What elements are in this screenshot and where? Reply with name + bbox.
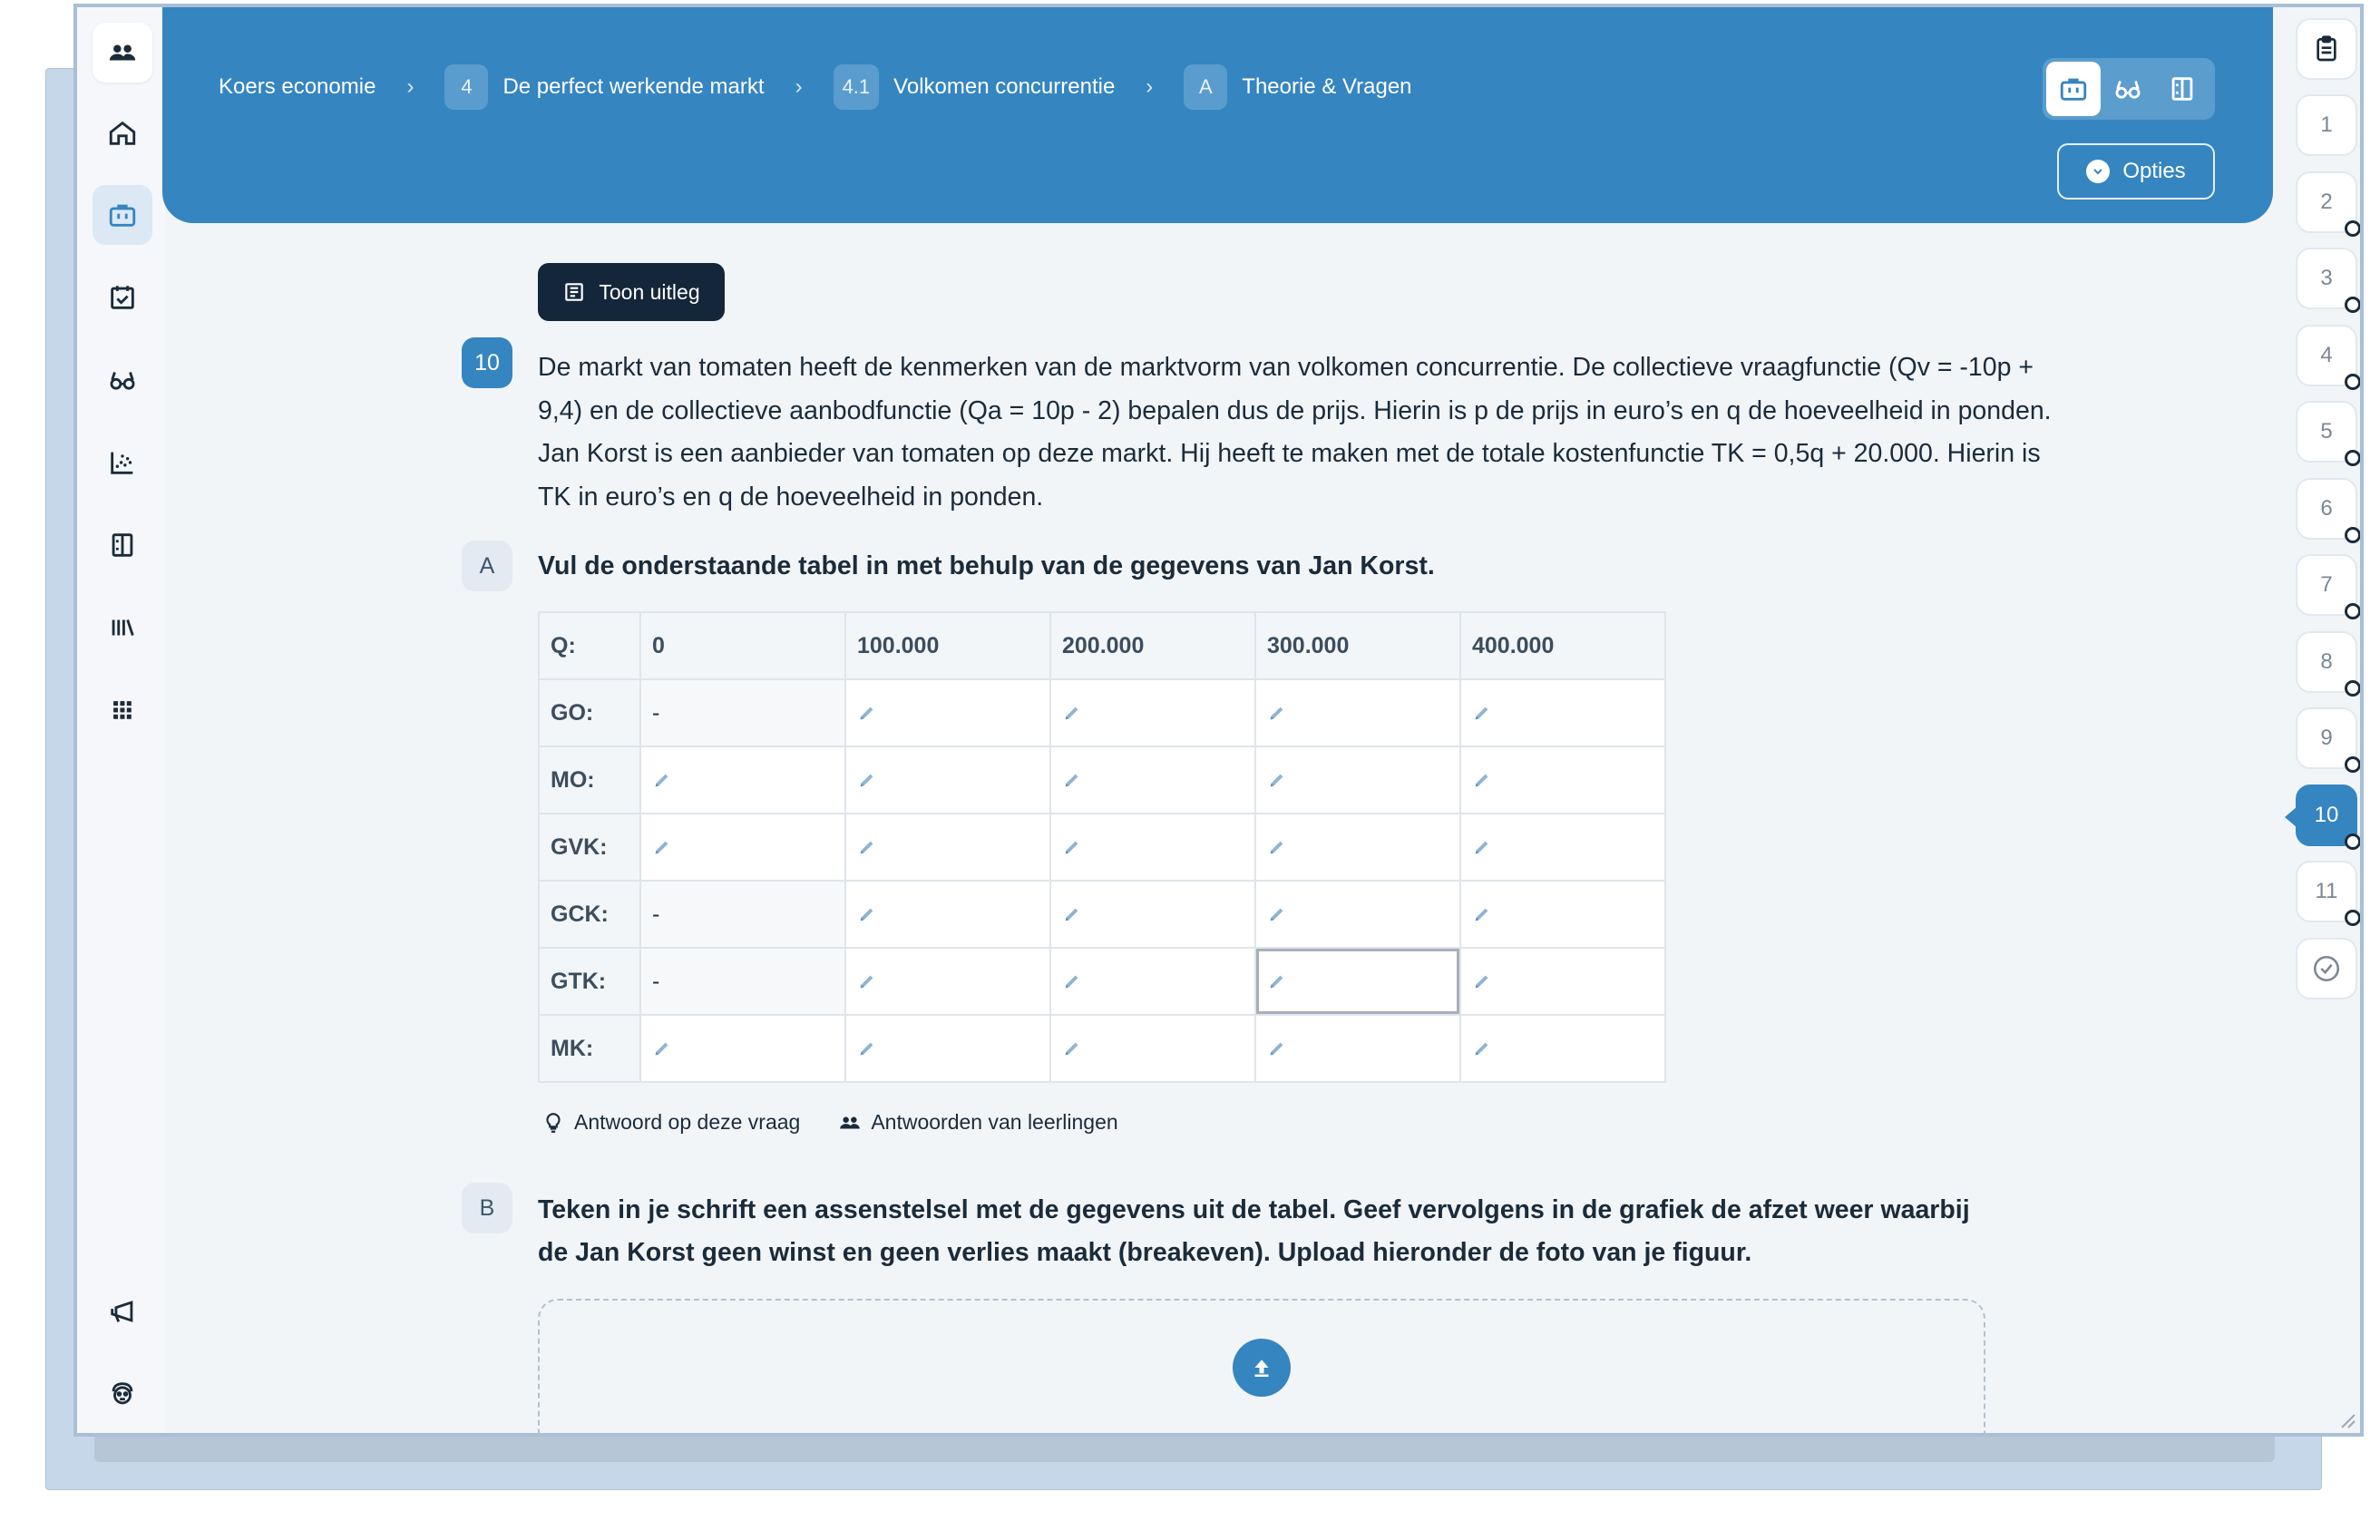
pencil-icon bbox=[1270, 707, 1283, 720]
pencil-icon bbox=[1270, 1042, 1283, 1056]
table-input-cell[interactable] bbox=[1049, 880, 1256, 949]
table-row: MO: bbox=[538, 746, 1666, 814]
table-input-cell[interactable] bbox=[1459, 880, 1666, 949]
lightbulb-icon bbox=[546, 1112, 561, 1133]
answer-link-label[interactable]: Antwoord op deze vraag bbox=[574, 1110, 800, 1135]
table-input-cell[interactable] bbox=[844, 947, 1051, 1016]
table-input-cell[interactable] bbox=[844, 1014, 1051, 1083]
question-text: De markt van tomaten heeft de kenmerken … bbox=[538, 353, 2052, 512]
table-input-cell[interactable] bbox=[1254, 746, 1461, 814]
pencil-icon bbox=[860, 707, 873, 720]
table-column-header: 0 bbox=[639, 611, 846, 680]
subquestion-a-label: A bbox=[462, 541, 512, 591]
table-input-cell[interactable] bbox=[1049, 746, 1256, 814]
table-input-cell[interactable] bbox=[1049, 947, 1256, 1016]
table-input-cell[interactable] bbox=[1459, 1014, 1666, 1083]
pencil-icon bbox=[655, 841, 668, 854]
resize-grip-icon[interactable] bbox=[2335, 1408, 2356, 1429]
table-row: GTK: - bbox=[538, 947, 1666, 1016]
pencil-icon bbox=[860, 1042, 873, 1056]
table-input-cell[interactable] bbox=[1459, 746, 1666, 814]
table-row: GVK: bbox=[538, 813, 1666, 882]
pencil-icon bbox=[860, 774, 873, 787]
table-input-cell[interactable] bbox=[1459, 813, 1666, 882]
answer-link[interactable]: Antwoord op deze vraag bbox=[541, 1110, 800, 1135]
table-input-cell[interactable] bbox=[1254, 1014, 1461, 1083]
pencil-icon bbox=[1270, 774, 1283, 787]
pencil-icon bbox=[1475, 841, 1488, 854]
main-content: Toon uitleg 10 De markt van tomaten heef… bbox=[77, 7, 2360, 1433]
pencil-icon bbox=[1475, 774, 1488, 787]
table-input-cell[interactable] bbox=[844, 880, 1051, 949]
upload-dropzone[interactable] bbox=[538, 1299, 1985, 1433]
table-input-cell[interactable] bbox=[1459, 947, 1666, 1016]
pencil-icon bbox=[1065, 841, 1078, 854]
table-static-cell: - bbox=[639, 678, 846, 747]
answer-links: Antwoord op deze vraag Antwoorden van le… bbox=[541, 1110, 1156, 1135]
subquestion-b-text: Teken in je schrift een assenstelsel met… bbox=[538, 1195, 1970, 1267]
table-input-cell[interactable] bbox=[639, 813, 846, 882]
table-input-cell[interactable] bbox=[1254, 880, 1461, 949]
answer-table: Q: 0 100.000 200.000 300.000 400.000 GO: - MO: GV… bbox=[538, 611, 1666, 1083]
pencil-icon bbox=[1475, 1042, 1488, 1056]
pencil-icon bbox=[1270, 975, 1283, 989]
table-row-label: MK: bbox=[538, 1014, 641, 1083]
pencil-icon bbox=[1475, 908, 1488, 921]
subquestion-b-label: B bbox=[462, 1183, 512, 1233]
table-row: MK: bbox=[538, 1014, 1666, 1083]
students-answers-label[interactable]: Antwoorden van leerlingen bbox=[871, 1110, 1117, 1135]
table-column-header: 400.000 bbox=[1459, 611, 1666, 680]
pencil-icon bbox=[655, 1042, 668, 1056]
table-row-label: MO: bbox=[538, 746, 641, 814]
toon-uitleg-button[interactable]: Toon uitleg bbox=[538, 263, 725, 321]
pencil-icon bbox=[1065, 908, 1078, 921]
table-row-label: GCK: bbox=[538, 880, 641, 949]
table-row: GCK: - bbox=[538, 880, 1666, 949]
book-icon bbox=[565, 283, 584, 301]
table-input-cell[interactable] bbox=[1459, 678, 1666, 747]
toon-uitleg-label: Toon uitleg bbox=[599, 279, 700, 304]
pencil-icon bbox=[1270, 908, 1283, 921]
students-answers-link[interactable]: Antwoorden van leerlingen bbox=[838, 1110, 1118, 1135]
app-window: Koers economie › 4 De perfect werkende m… bbox=[73, 4, 2364, 1437]
table-column-header: 300.000 bbox=[1254, 611, 1461, 680]
table-input-cell[interactable] bbox=[1254, 678, 1461, 747]
upload-icon[interactable] bbox=[1233, 1339, 1291, 1397]
table-input-cell[interactable] bbox=[1254, 813, 1461, 882]
table-row-label: GTK: bbox=[538, 947, 641, 1016]
table-static-cell: - bbox=[639, 880, 846, 949]
pencil-icon bbox=[860, 908, 873, 921]
table-input-cell[interactable] bbox=[1049, 678, 1256, 747]
pencil-icon bbox=[1270, 841, 1283, 854]
subquestion-a-text: Vul de onderstaande tabel in met behulp … bbox=[538, 551, 1435, 580]
table-column-header: 100.000 bbox=[844, 611, 1051, 680]
table-input-cell[interactable] bbox=[844, 813, 1051, 882]
table-input-cell[interactable] bbox=[639, 1014, 846, 1083]
pencil-icon bbox=[1475, 975, 1488, 989]
table-row-label: GVK: bbox=[538, 813, 641, 882]
table-header-row: Q: 0 100.000 200.000 300.000 400.000 bbox=[538, 611, 1666, 680]
table-row-label: GO: bbox=[538, 678, 641, 747]
table-column-header: 200.000 bbox=[1049, 611, 1256, 680]
table-input-cell[interactable] bbox=[1049, 813, 1256, 882]
pencil-icon bbox=[1475, 707, 1488, 720]
pencil-icon bbox=[655, 774, 668, 787]
table-input-cell[interactable] bbox=[1254, 947, 1461, 1016]
pencil-icon bbox=[1065, 975, 1078, 989]
table-input-cell[interactable] bbox=[1049, 1014, 1256, 1083]
table-static-cell: - bbox=[639, 947, 846, 1016]
table-row: GO: - bbox=[538, 678, 1666, 747]
people-icon bbox=[840, 1116, 861, 1128]
table-input-cell[interactable] bbox=[844, 678, 1051, 747]
pencil-icon bbox=[1065, 774, 1078, 787]
pencil-icon bbox=[1065, 707, 1078, 720]
pencil-icon bbox=[860, 975, 873, 989]
table-input-cell[interactable] bbox=[844, 746, 1051, 814]
pencil-icon bbox=[1065, 1042, 1078, 1056]
pencil-icon bbox=[860, 841, 873, 854]
question-number-badge: 10 bbox=[462, 337, 512, 388]
table-input-cell[interactable] bbox=[639, 746, 846, 814]
table-header-label: Q: bbox=[538, 611, 641, 680]
